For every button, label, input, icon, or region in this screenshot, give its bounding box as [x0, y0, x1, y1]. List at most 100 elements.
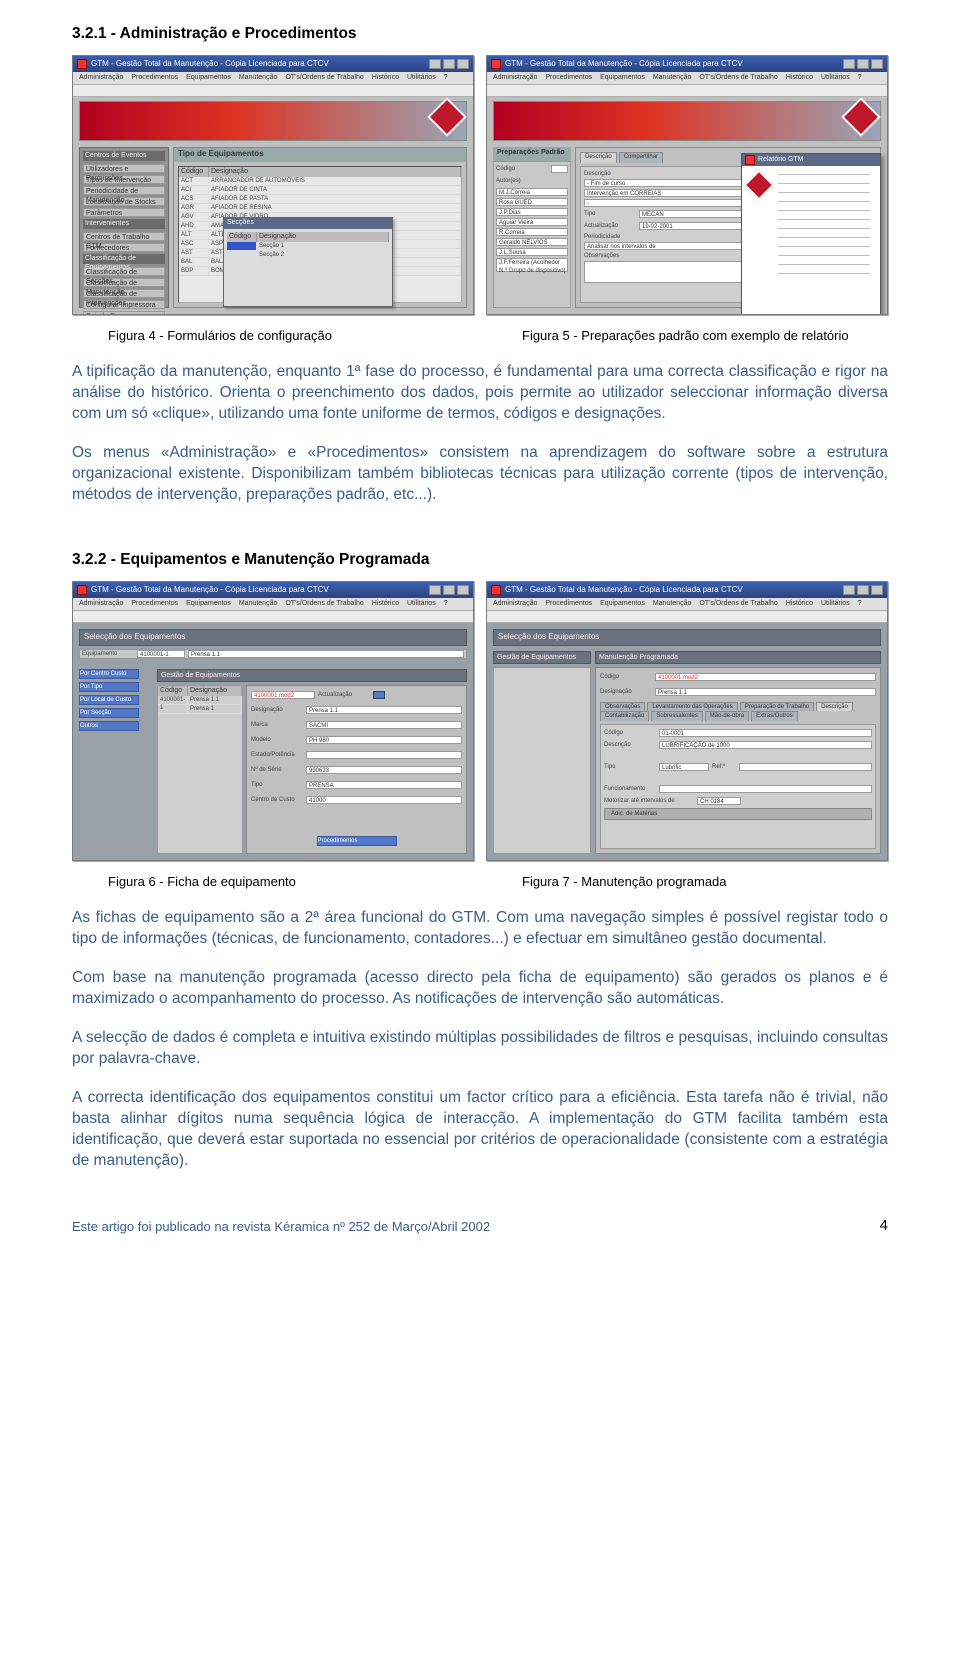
field: Prensa 1.1 [655, 688, 876, 696]
figure-caption: Figura 6 - Ficha de equipamento [72, 873, 474, 891]
menu-item: Manutenção [239, 73, 278, 82]
cell: AFIADOR DE RESINA [209, 204, 461, 212]
sidebar-item: Configurar Impressora [83, 300, 165, 309]
field: Lubrific [659, 763, 709, 771]
field [659, 785, 872, 793]
field: M.J.Correia [496, 188, 568, 196]
screenshot-fig4: GTM - Gestão Total da Manutenção - Cópia… [72, 55, 474, 315]
minimize-icon [429, 585, 441, 595]
field: Aguiar Vieira [496, 218, 568, 226]
label: Tipo [584, 210, 636, 218]
field: LUBRIFICAÇÃO de 1000 [659, 741, 872, 749]
screenshot-fig5: GTM - Gestão Total da Manutenção - Cópia… [486, 55, 888, 315]
menu-item: Equipamentos [600, 73, 645, 82]
body-paragraph: A selecção de dados é completa e intuiti… [72, 1028, 888, 1070]
overlay-title: Secções [224, 218, 392, 229]
tab: Levantamento das Operações [647, 702, 737, 711]
minimize-icon [843, 585, 855, 595]
menu-item: Manutenção [653, 73, 692, 82]
popup-title: Relatório GTM [742, 154, 880, 166]
action-button: Procedimentos [317, 836, 397, 846]
menu-item: Utilitários [407, 599, 436, 608]
app-icon [77, 59, 87, 69]
panel-title: Preparações Padrão [493, 147, 571, 161]
label: Equipamento [82, 650, 134, 658]
label: Autor(es) [496, 177, 548, 185]
menu-item: OT's/Ordens de Trabalho [699, 599, 777, 608]
panel-title: Selecção dos Equipamentos [493, 629, 881, 646]
menu-item: Histórico [786, 73, 813, 82]
tab: Mão-de-obra [705, 711, 749, 720]
section-heading-2: 3.2.2 - Equipamentos e Manutenção Progra… [72, 550, 888, 571]
menubar: Administração Procedimentos Equipamentos… [73, 72, 473, 85]
cell: Prensa 1.1 [188, 696, 242, 704]
label: Designação [600, 688, 652, 696]
tab: Descrição [580, 152, 617, 163]
cell: AFIADOR DE CINTA [209, 186, 461, 194]
window-title: GTM - Gestão Total da Manutenção - Cópia… [505, 59, 743, 70]
label: Descrição [604, 741, 656, 749]
field: Rosa GUED [496, 198, 568, 206]
cell: Secção 1 [257, 242, 389, 250]
filter-button: Por Tipo [79, 682, 139, 692]
sidebar-group: Classificação de Equipamentos [83, 254, 165, 264]
menu-item: Procedimentos [131, 73, 178, 82]
menu-item: OT's/Ordens de Trabalho [285, 73, 363, 82]
sidebar-item: Utilizadores e Permissões [83, 164, 165, 173]
menu-item: Utilitários [407, 73, 436, 82]
menu-item: Procedimentos [545, 599, 592, 608]
field [739, 763, 872, 771]
report-popup: Relatório GTM [741, 153, 881, 314]
maximize-icon [443, 59, 455, 69]
brand-logo-icon [743, 169, 774, 200]
field [551, 165, 568, 173]
sidebar-item: Fornecedores [83, 243, 165, 252]
menu-item: ? [444, 73, 448, 82]
maximize-icon [857, 585, 869, 595]
field: 41000 [306, 796, 462, 804]
action-button: Adic. de Matérias [604, 808, 872, 820]
sidebar-group: Centros de Eventos [83, 151, 165, 161]
figure-caption: Figura 5 - Preparações padrão com exempl… [486, 327, 888, 345]
label: Actualização [584, 222, 636, 230]
body-paragraph: A correcta identificação dos equipamento… [72, 1088, 888, 1172]
menu-item: Administração [79, 599, 123, 608]
sidebar: Centros de Eventos Utilizadores e Permis… [79, 147, 169, 308]
menu-item: OT's/Ordens de Trabalho [285, 599, 363, 608]
cell: ACI [179, 186, 209, 194]
panel-title: Manutenção Programada [595, 651, 881, 664]
banner [493, 101, 881, 141]
toolbar [73, 85, 473, 97]
menu-item: Histórico [372, 599, 399, 608]
menu-item: Equipamentos [600, 599, 645, 608]
filter-button: Por Local de Custo [79, 695, 139, 705]
field: R.Correia [496, 228, 568, 236]
menu-item: Equipamentos [186, 599, 231, 608]
app-icon [77, 585, 87, 595]
section-heading-1: 3.2.1 - Administração e Procedimentos [72, 24, 888, 45]
minimize-icon [843, 59, 855, 69]
sidebar-group: Intervenientes [83, 219, 165, 229]
field: J.P.Dias [496, 208, 568, 216]
banner [79, 101, 467, 141]
cell: 4100001-1 [158, 696, 188, 704]
cell: AFIADOR DE PASTA [209, 195, 461, 203]
window-title: GTM - Gestão Total da Manutenção - Cópia… [91, 585, 329, 596]
field [306, 751, 462, 759]
col-header: Código [158, 686, 188, 696]
label: Marca [251, 721, 303, 729]
window-titlebar: GTM - Gestão Total da Manutenção - Cópia… [487, 56, 887, 72]
label: Motorizar até intervalos de [604, 797, 694, 805]
figure-caption: Figura 7 - Manutenção programada [486, 873, 888, 891]
close-icon [457, 585, 469, 595]
field: Geraldo NÉLVIOS [496, 238, 568, 246]
field: Prensa 1.1 [306, 706, 462, 714]
col-header: Código [227, 232, 257, 242]
overlay-seccoes: Secções CódigoDesignação Secção 1 Secção… [223, 217, 393, 307]
col-header: Designação [257, 232, 389, 242]
field: PH 980 [306, 736, 462, 744]
sidebar-item: Classificação de Secções [83, 267, 165, 276]
field: Prensa 1.1 [188, 650, 464, 658]
cell: AHD [179, 222, 209, 230]
app-icon [491, 585, 501, 595]
